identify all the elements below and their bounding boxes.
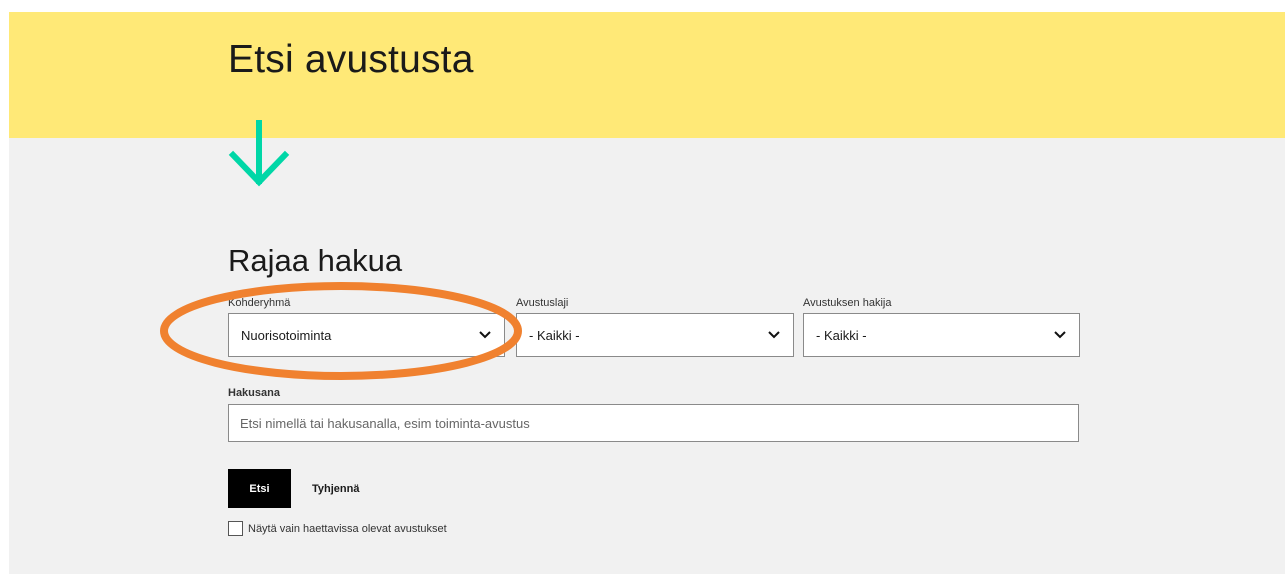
- chevron-down-icon: [768, 331, 780, 339]
- arrow-down-icon: [228, 120, 290, 187]
- page-title: Etsi avustusta: [228, 38, 474, 81]
- target-group-select[interactable]: Nuorisotoiminta: [228, 313, 505, 357]
- filters-title: Rajaa hakua: [228, 243, 403, 278]
- applicant-select[interactable]: - Kaikki -: [803, 313, 1080, 357]
- target-group-value: Nuorisotoiminta: [241, 327, 332, 343]
- grant-type-label: Avustuslaji: [516, 297, 569, 309]
- grant-type-value: - Kaikki -: [529, 327, 580, 343]
- applicant-label: Avustuksen hakija: [803, 297, 892, 309]
- hero-banner: [9, 12, 1285, 138]
- clear-button[interactable]: Tyhjennä: [308, 469, 363, 508]
- keyword-label: Hakusana: [228, 387, 280, 399]
- keyword-input[interactable]: [228, 404, 1079, 442]
- open-only-label: Näytä vain haettavissa olevat avustukset: [248, 523, 447, 535]
- open-only-checkbox[interactable]: [228, 521, 243, 536]
- applicant-value: - Kaikki -: [816, 327, 867, 343]
- search-button[interactable]: Etsi: [228, 469, 291, 508]
- grant-type-select[interactable]: - Kaikki -: [516, 313, 794, 357]
- wave-divider: [9, 128, 1285, 138]
- target-group-label: Kohderyhmä: [228, 297, 291, 309]
- page-frame: Etsi avustusta Rajaa hakua Kohderyhmä Nu…: [9, 12, 1285, 574]
- chevron-down-icon: [479, 331, 491, 339]
- chevron-down-icon: [1054, 331, 1066, 339]
